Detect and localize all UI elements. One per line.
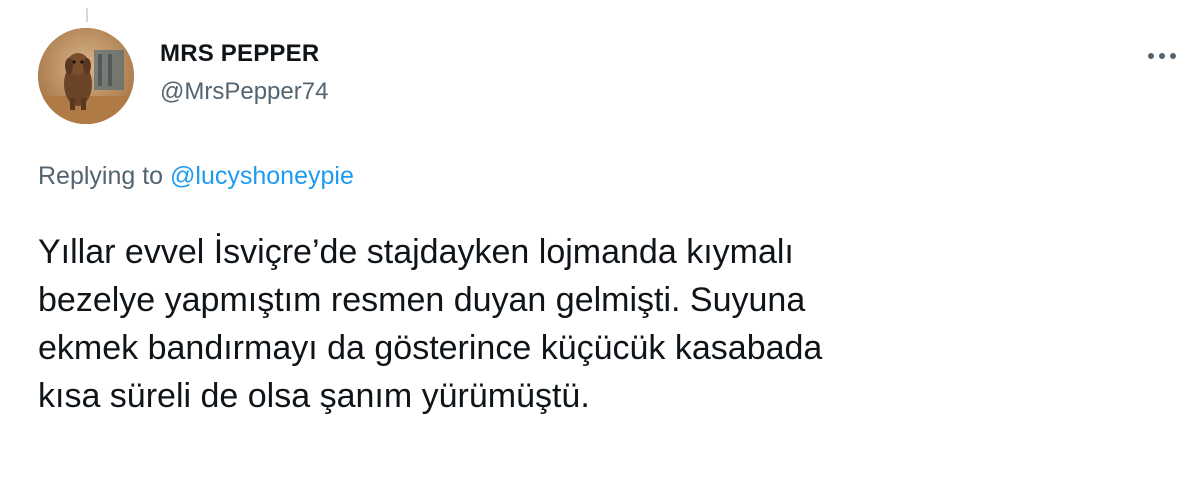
display-name[interactable]: MRS PEPPER [160, 40, 328, 68]
avatar[interactable] [38, 28, 134, 124]
tweet-text-line: bezelye yapmıştım resmen duyan gelmişti.… [38, 281, 806, 319]
user-handle[interactable]: @MrsPepper74 [160, 78, 328, 106]
tweet-text-line: ekmek bandırmayı da gösterince küçücük k… [38, 329, 823, 367]
user-info: MRS PEPPER @MrsPepper74 [160, 40, 328, 106]
tweet-text-line: Yıllar evvel İsviçre’de stajdayken lojma… [38, 233, 794, 271]
tweet-text-line: kısa süreli de olsa şanım yürümüştü. [38, 377, 590, 415]
thread-connector-line [86, 8, 88, 22]
replying-to-line: Replying to @lucyshoneypie [38, 160, 354, 192]
replying-prefix: Replying to [38, 162, 164, 190]
profile-photo-icon [38, 28, 134, 124]
tweet-text: Yıllar evvel İsviçre’de stajdayken lojma… [38, 228, 1158, 420]
replying-to-mention-link[interactable]: @lucyshoneypie [170, 162, 354, 190]
more-options-icon[interactable] [1144, 44, 1180, 68]
